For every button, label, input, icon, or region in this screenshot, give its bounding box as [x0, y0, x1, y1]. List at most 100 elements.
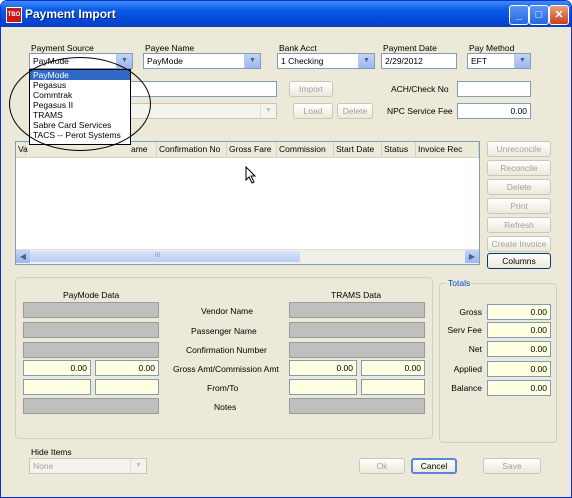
- column-header[interactable]: ame: [129, 142, 157, 157]
- title-bar[interactable]: TBO Payment Import _ □ ✕: [1, 1, 571, 27]
- column-header[interactable]: Gross Fare: [227, 142, 277, 157]
- vendor-name-label: Vendor Name: [201, 306, 253, 316]
- delete-file-button[interactable]: Delete: [337, 103, 373, 119]
- payment-date-value: 2/29/2012: [385, 56, 423, 66]
- delete-button[interactable]: Delete: [487, 179, 551, 195]
- import-button[interactable]: Import: [289, 81, 333, 97]
- maximize-icon: □: [535, 9, 543, 21]
- serv-fee-label: Serv Fee: [447, 325, 483, 335]
- payments-list[interactable]: Va ame Confirmation No Gross Fare Commis…: [15, 141, 480, 265]
- mouse-cursor-icon: [245, 166, 257, 184]
- scroll-thumb[interactable]: III: [30, 251, 300, 262]
- column-header[interactable]: Invoice Rec: [416, 142, 479, 157]
- create-invoice-button[interactable]: Create Invoice: [487, 236, 551, 252]
- chevron-down-icon[interactable]: ▼: [244, 54, 260, 68]
- gross-label: Gross: [459, 307, 482, 317]
- column-header[interactable]: Status: [382, 142, 416, 157]
- chevron-down-icon[interactable]: ▼: [130, 459, 146, 473]
- paymode-notes: [23, 398, 159, 414]
- hide-items-label: Hide Items: [31, 447, 72, 457]
- total-gross-field[interactable]: 0.00: [487, 304, 551, 320]
- paymode-vendor-name: [23, 302, 159, 318]
- minimize-button[interactable]: _: [509, 5, 529, 25]
- annotation-circle: [9, 57, 151, 151]
- import-file-field[interactable]: [129, 81, 277, 97]
- trams-to[interactable]: [361, 379, 425, 395]
- maximize-button[interactable]: □: [529, 5, 549, 25]
- chevron-down-icon[interactable]: ▼: [260, 104, 276, 118]
- paymode-gross-amt[interactable]: 0.00: [23, 360, 91, 376]
- npc-service-fee-field[interactable]: 0.00: [457, 103, 531, 119]
- paymode-data-title: PayMode Data: [63, 290, 120, 300]
- app-icon: TBO: [6, 7, 22, 23]
- bank-acct-select[interactable]: 1 Checking ▼: [277, 53, 375, 69]
- balance-label: Balance: [451, 383, 482, 393]
- paymode-confirmation-number: [23, 342, 159, 358]
- chevron-down-icon[interactable]: ▼: [514, 54, 530, 68]
- net-label: Net: [468, 344, 482, 354]
- total-balance-field[interactable]: 0.00: [487, 380, 551, 396]
- scroll-left-icon[interactable]: ◀: [16, 250, 30, 263]
- unreconcile-button[interactable]: Unreconcile: [487, 141, 551, 157]
- column-header[interactable]: Confirmation No: [157, 142, 227, 157]
- total-serv-fee-field[interactable]: 0.00: [487, 322, 551, 338]
- total-net-field[interactable]: 0.00: [487, 341, 551, 357]
- from-to-label: From/To: [207, 383, 239, 393]
- payee-name-select[interactable]: PayMode ▼: [143, 53, 261, 69]
- paymode-commission-amt[interactable]: 0.00: [95, 360, 159, 376]
- hide-items-select[interactable]: None ▼: [29, 458, 147, 474]
- load-button[interactable]: Load: [293, 103, 333, 119]
- trams-from[interactable]: [289, 379, 357, 395]
- ach-check-field[interactable]: [457, 81, 531, 97]
- chevron-down-icon[interactable]: ▼: [358, 54, 374, 68]
- passenger-name-label: Passenger Name: [191, 326, 257, 336]
- hide-items-value: None: [33, 461, 54, 471]
- ach-check-label: ACH/Check No: [391, 84, 449, 94]
- gross-commission-label: Gross Amt/Commission Amt: [173, 364, 279, 374]
- payment-date-label: Payment Date: [383, 43, 437, 53]
- trams-data-title: TRAMS Data: [331, 290, 382, 300]
- bank-acct-label: Bank Acct: [279, 43, 317, 53]
- total-applied-field[interactable]: 0.00: [487, 361, 551, 377]
- scroll-right-icon[interactable]: ▶: [465, 250, 479, 263]
- npc-service-fee-label: NPC Service Fee: [387, 106, 453, 116]
- cancel-button[interactable]: Cancel: [411, 458, 457, 474]
- trams-gross-amt[interactable]: 0.00: [289, 360, 357, 376]
- scroll-grip: III: [155, 253, 161, 259]
- bank-acct-value: 1 Checking: [281, 56, 324, 66]
- horizontal-scrollbar[interactable]: ◀ III ▶: [16, 249, 479, 264]
- payment-import-window: TBO Payment Import _ □ ✕ Payment Source …: [0, 0, 572, 498]
- pay-method-select[interactable]: EFT ▼: [467, 53, 531, 69]
- applied-label: Applied: [453, 364, 482, 374]
- paymode-passenger-name: [23, 322, 159, 338]
- pay-method-value: EFT: [471, 56, 488, 66]
- confirmation-number-label: Confirmation Number: [186, 345, 267, 355]
- totals-title: Totals: [447, 278, 472, 288]
- reconcile-button[interactable]: Reconcile: [487, 160, 551, 176]
- payment-source-label: Payment Source: [31, 43, 94, 53]
- column-header[interactable]: Commission: [277, 142, 334, 157]
- trams-passenger-name: [289, 322, 425, 338]
- paymode-from[interactable]: [23, 379, 91, 395]
- paymode-to[interactable]: [95, 379, 159, 395]
- save-button[interactable]: Save: [483, 458, 541, 474]
- refresh-button[interactable]: Refresh: [487, 217, 551, 233]
- ok-button[interactable]: Ok: [359, 458, 405, 474]
- trams-confirmation-number: [289, 342, 425, 358]
- file-select[interactable]: ▼: [129, 103, 277, 119]
- minimize-icon: _: [515, 9, 523, 21]
- trams-notes: [289, 398, 425, 414]
- payee-name-label: Payee Name: [145, 43, 195, 53]
- payment-date-field[interactable]: 2/29/2012: [381, 53, 457, 69]
- close-button[interactable]: ✕: [549, 5, 569, 25]
- column-header[interactable]: Start Date: [334, 142, 382, 157]
- column-header[interactable]: Va: [16, 142, 28, 157]
- payee-name-value: PayMode: [147, 56, 183, 66]
- close-icon: ✕: [554, 9, 564, 21]
- trams-vendor-name: [289, 302, 425, 318]
- notes-label: Notes: [214, 402, 237, 412]
- trams-commission-amt[interactable]: 0.00: [361, 360, 425, 376]
- print-button[interactable]: Print: [487, 198, 551, 214]
- pay-method-label: Pay Method: [469, 43, 515, 53]
- columns-button[interactable]: Columns: [487, 253, 551, 269]
